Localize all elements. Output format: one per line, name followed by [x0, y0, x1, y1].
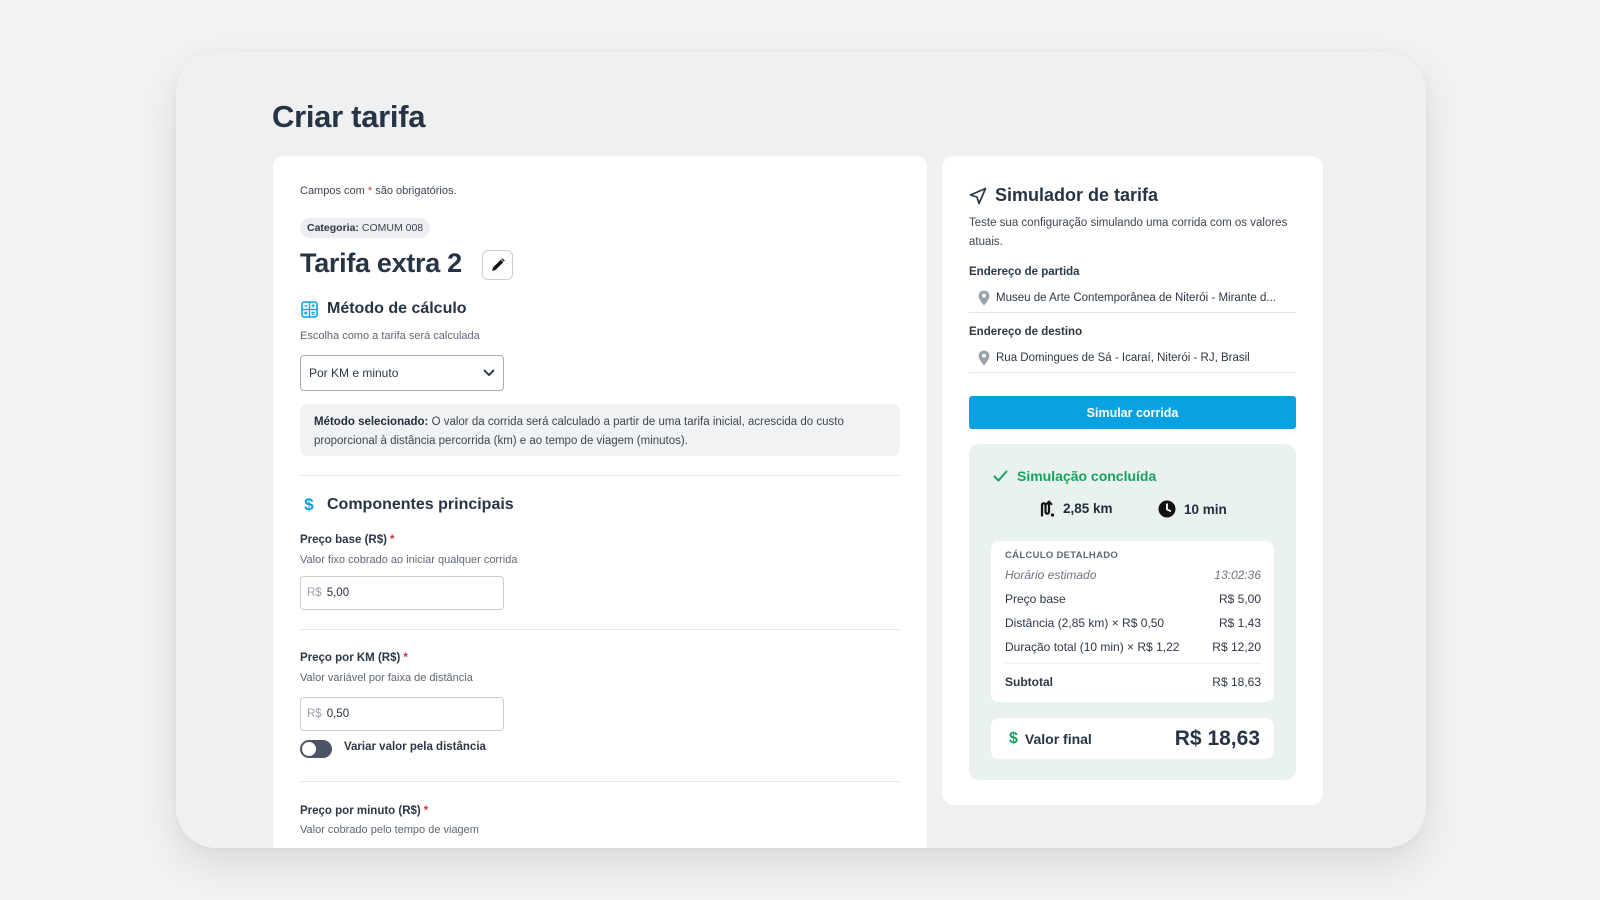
final-value-box: $ Valor final R$ 18,63	[991, 718, 1274, 759]
duration-value: 10 min	[1184, 501, 1227, 517]
check-icon	[993, 470, 1008, 482]
simulator-title: Simulador de tarifa	[969, 185, 1158, 206]
method-info-label: Método selecionado:	[314, 416, 429, 428]
currency-prefix: R$	[307, 587, 322, 599]
simulation-result-panel: Simulação concluída 2,85 km 10 min CÁLCU…	[969, 444, 1296, 780]
clock-icon	[1158, 500, 1176, 518]
final-value-amount: R$ 18,63	[1174, 726, 1260, 750]
destination-address: Rua Domingues de Sá - Icaraí, Niterói - …	[996, 351, 1250, 364]
divider	[300, 629, 900, 630]
dollar-icon: $	[1009, 729, 1018, 747]
price-per-km-field[interactable]	[326, 708, 477, 720]
map-pin-icon	[978, 290, 990, 305]
price-per-minute-label: Preço por minuto (R$) *	[300, 805, 429, 817]
toggle-knob	[302, 742, 316, 756]
vary-by-distance-toggle[interactable]	[300, 740, 332, 758]
category-badge: Categoria: COMUM 008	[300, 218, 431, 238]
origin-label: Endereço de partida	[969, 266, 1080, 278]
method-help: Escolha como a tarifa será calculada	[300, 330, 480, 342]
distance-value: 2,85 km	[1063, 501, 1113, 516]
divider	[300, 781, 900, 782]
breakdown-row: Horário estimado 13:02:36	[1005, 568, 1261, 582]
simulator-card: Simulador de tarifa Teste sua configuraç…	[942, 156, 1323, 805]
base-price-input[interactable]: R$	[300, 576, 504, 610]
subtotal-row: Subtotal R$ 18,63	[1005, 675, 1261, 689]
dollar-icon: $	[304, 495, 314, 514]
divider	[300, 475, 900, 476]
distance-metric: 2,85 km	[1039, 500, 1113, 517]
origin-address-field[interactable]: Museu de Arte Contemporânea de Niterói -…	[969, 283, 1296, 313]
simulator-description: Teste sua configuração simulando uma cor…	[969, 217, 1288, 248]
tariff-form-card: Campos com * são obrigatórios. Categoria…	[273, 156, 927, 848]
method-select[interactable]: Por KM e minuto	[300, 355, 504, 391]
chevron-down-icon	[483, 369, 495, 376]
method-select-value: Por KM e minuto	[309, 366, 399, 380]
page-title: Criar tarifa	[272, 99, 426, 134]
breakdown-title: CÁLCULO DETALHADO	[1005, 550, 1119, 561]
breakdown-row: Duração total (10 min) × R$ 1,22 R$ 12,20	[1005, 640, 1261, 654]
base-price-help: Valor fixo cobrado ao iniciar qualquer c…	[300, 554, 518, 566]
calculator-icon	[300, 300, 318, 318]
required-fields-note: Campos com * são obrigatórios.	[300, 185, 457, 197]
method-section-title: Método de cálculo	[300, 300, 467, 318]
app-window: Criar tarifa Campos com * são obrigatóri…	[176, 52, 1426, 848]
category-value: COMUM 008	[361, 222, 424, 234]
base-price-field[interactable]	[326, 587, 477, 599]
price-per-km-input[interactable]: R$	[300, 697, 504, 731]
pencil-icon	[491, 258, 505, 271]
map-pin-icon	[978, 350, 990, 365]
price-per-minute-help: Valor cobrado pelo tempo de viagem	[300, 824, 479, 836]
divider	[1005, 663, 1261, 664]
origin-address: Museu de Arte Contemporânea de Niterói -…	[996, 291, 1276, 304]
destination-address-field[interactable]: Rua Domingues de Sá - Icaraí, Niterói - …	[969, 343, 1296, 373]
edit-name-button[interactable]	[482, 250, 513, 280]
method-info-box: Método selecionado: O valor da corrida s…	[300, 404, 900, 456]
currency-prefix: R$	[307, 708, 322, 720]
final-value-label: $ Valor final	[1009, 729, 1092, 747]
price-per-km-label: Preço por KM (R$) *	[300, 652, 408, 664]
components-section-title: $ Componentes principais	[300, 495, 513, 514]
simulation-status: Simulação concluída	[993, 468, 1156, 484]
breakdown-row: Distância (2,85 km) × R$ 0,50 R$ 1,43	[1005, 616, 1261, 630]
base-price-label: Preço base (R$) *	[300, 534, 395, 546]
simulate-ride-button[interactable]: Simular corrida	[969, 396, 1296, 429]
breakdown-row: Preço base R$ 5,00	[1005, 592, 1261, 606]
detailed-calculation: CÁLCULO DETALHADO Horário estimado 13:02:…	[991, 541, 1274, 702]
duration-metric: 10 min	[1158, 500, 1227, 518]
route-icon	[1040, 500, 1055, 517]
tariff-name: Tarifa extra 2	[300, 248, 462, 278]
vary-by-distance-label: Variar valor pela distância	[344, 741, 486, 753]
price-per-km-help: Valor variável por faixa de distância	[300, 672, 473, 684]
navigation-arrow-icon	[969, 187, 987, 204]
destination-label: Endereço de destino	[969, 326, 1083, 338]
category-label: Categoria:	[307, 222, 359, 234]
